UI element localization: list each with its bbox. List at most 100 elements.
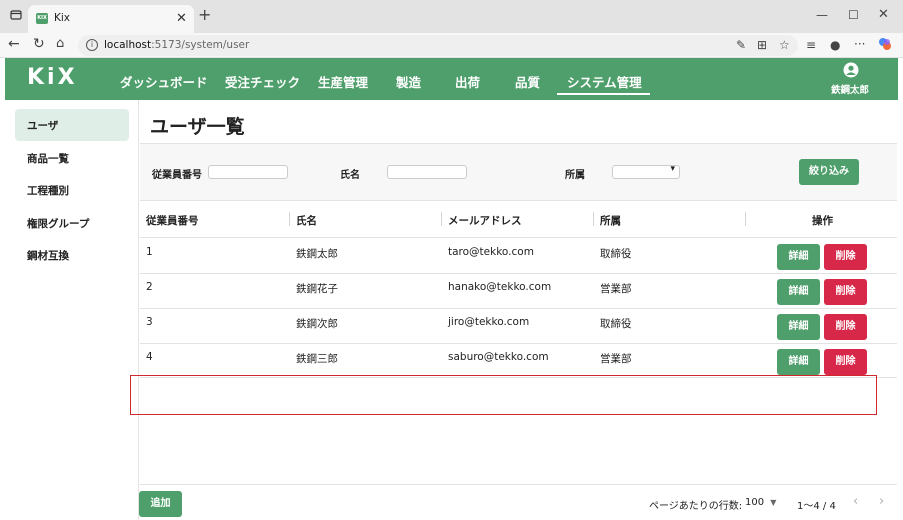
- sidebar-item-label: 商品一覧: [27, 153, 69, 165]
- tab-title: Kix: [54, 12, 71, 24]
- more-icon[interactable]: ···: [854, 37, 865, 51]
- nav-order-check[interactable]: 受注チェック: [225, 72, 300, 91]
- rows-per-page-label: ページあたりの行数:: [649, 501, 743, 512]
- cell-employee-no: 3: [146, 316, 153, 328]
- site-info-icon[interactable]: i: [86, 39, 98, 51]
- delete-button[interactable]: 削除: [824, 314, 867, 340]
- name-input[interactable]: [387, 165, 467, 179]
- highlight-box: [130, 375, 877, 415]
- pagination-range: 1〜4 / 4: [797, 501, 836, 512]
- sidebar-item-products[interactable]: 商品一覧: [15, 142, 129, 174]
- rows-per-page-value: 100: [745, 497, 765, 508]
- page-title: ユーザ一覧: [150, 116, 245, 138]
- row-divider: [140, 343, 897, 344]
- sidebar-item-label: ユーザ: [27, 120, 59, 132]
- chevron-down-icon: ▼: [770, 498, 777, 507]
- footer-divider: [140, 484, 897, 485]
- rows-per-page-select[interactable]: 100 ▼: [745, 497, 776, 508]
- read-aloud-icon[interactable]: ✎: [736, 38, 746, 52]
- cell-employee-no: 4: [146, 351, 153, 363]
- sidebar-item-user[interactable]: ユーザ: [15, 109, 129, 141]
- tab-favicon: KIX: [36, 13, 48, 24]
- cell-dept: 営業部: [600, 283, 632, 295]
- url-path: :5173/system/user: [151, 39, 250, 51]
- detail-button[interactable]: 詳細: [777, 349, 820, 375]
- cell-email: jiro@tekko.com: [448, 316, 530, 328]
- col-header-email[interactable]: メールアドレス: [448, 213, 522, 228]
- cell-dept: 営業部: [600, 353, 632, 365]
- col-divider: [289, 212, 290, 226]
- filter-dept-label: 所属: [565, 170, 585, 181]
- next-page-icon[interactable]: ›: [879, 494, 884, 509]
- tab-actions-icon[interactable]: [9, 9, 23, 23]
- nav-active-underline: [557, 93, 650, 95]
- delete-button[interactable]: 削除: [824, 349, 867, 375]
- app-header: KiX ダッシュボード 受注チェック 生産管理 製造 出荷 品質 システム管理 …: [5, 58, 898, 100]
- cell-email: saburo@tekko.com: [448, 351, 549, 363]
- split-screen-icon[interactable]: ⊞: [757, 38, 767, 52]
- row-divider: [140, 273, 897, 274]
- minimize-icon[interactable]: —: [816, 8, 828, 22]
- nav-quality[interactable]: 品質: [515, 72, 540, 91]
- close-window-icon[interactable]: ✕: [878, 8, 889, 22]
- user-name[interactable]: 鉄鋼太郎: [831, 82, 869, 96]
- sidebar: ユーザ 商品一覧 工程種別 権限グループ 鋼材互換: [5, 100, 139, 520]
- col-divider: [441, 212, 442, 226]
- cell-dept: 取締役: [600, 248, 632, 260]
- sidebar-item-label: 工程種別: [27, 185, 69, 197]
- nav-dashboard[interactable]: ダッシュボード: [120, 72, 208, 91]
- col-divider: [593, 212, 594, 226]
- filter-employee-no-label: 従業員番号: [152, 170, 202, 181]
- home-icon[interactable]: ⌂: [56, 37, 64, 51]
- cell-name: 鉄鋼次郎: [296, 318, 338, 330]
- sidebar-item-steel-compat[interactable]: 鋼材互換: [15, 239, 129, 271]
- detail-button[interactable]: 詳細: [777, 279, 820, 305]
- cell-email: taro@tekko.com: [448, 246, 534, 258]
- row-divider: [140, 308, 897, 309]
- cell-dept: 取締役: [600, 318, 632, 330]
- sidebar-item-label: 鋼材互換: [27, 250, 69, 262]
- maximize-icon[interactable]: ☐: [848, 8, 859, 22]
- delete-button[interactable]: 削除: [824, 244, 867, 270]
- new-tab-icon[interactable]: +: [198, 7, 211, 23]
- chevron-down-icon: ▾: [670, 164, 675, 174]
- row-divider: [140, 237, 897, 238]
- prev-page-icon[interactable]: ‹: [853, 494, 858, 509]
- sidebar-item-process-types[interactable]: 工程種別: [15, 174, 129, 206]
- browser-tab-bar: KIX Kix ✕ + — ☐ ✕: [0, 0, 903, 33]
- col-header-dept[interactable]: 所属: [600, 213, 621, 228]
- col-header-actions: 操作: [812, 215, 833, 227]
- add-button[interactable]: 追加: [139, 491, 182, 517]
- url-field[interactable]: i localhost:5173/system/user: [78, 35, 798, 56]
- url-host: localhost: [104, 39, 152, 51]
- dept-select[interactable]: ▾: [612, 164, 680, 179]
- filter-submit-button[interactable]: 絞り込み: [799, 159, 859, 185]
- col-header-name[interactable]: 氏名: [296, 213, 317, 228]
- sidebar-item-permission-groups[interactable]: 権限グループ: [15, 207, 129, 239]
- nav-production[interactable]: 生産管理: [318, 72, 368, 91]
- cell-employee-no: 1: [146, 246, 153, 258]
- detail-button[interactable]: 詳細: [777, 244, 820, 270]
- nav-manufacturing[interactable]: 製造: [396, 72, 421, 91]
- cell-email: hanako@tekko.com: [448, 281, 552, 293]
- app-logo[interactable]: KiX: [27, 65, 78, 90]
- url-text: localhost:5173/system/user: [104, 39, 249, 51]
- back-icon[interactable]: ←: [8, 37, 20, 51]
- profile-icon[interactable]: ●: [830, 38, 840, 52]
- browser-tab[interactable]: KIX Kix ✕: [28, 5, 194, 33]
- reload-icon[interactable]: ↻: [33, 37, 45, 51]
- nav-system[interactable]: システム管理: [567, 72, 642, 91]
- cell-name: 鉄鋼太郎: [296, 248, 338, 260]
- col-header-employee-no[interactable]: 従業員番号: [146, 213, 199, 228]
- detail-button[interactable]: 詳細: [777, 314, 820, 340]
- filter-name-label: 氏名: [340, 170, 360, 181]
- delete-button[interactable]: 削除: [824, 279, 867, 305]
- close-tab-icon[interactable]: ✕: [176, 11, 187, 26]
- employee-no-input[interactable]: [208, 165, 288, 179]
- copilot-icon[interactable]: [878, 37, 892, 54]
- col-divider: [745, 212, 746, 226]
- user-avatar-icon[interactable]: [843, 62, 859, 78]
- favorite-icon[interactable]: ☆: [779, 38, 790, 52]
- nav-shipping[interactable]: 出荷: [455, 72, 480, 91]
- favorites-list-icon[interactable]: ≡: [806, 38, 816, 52]
